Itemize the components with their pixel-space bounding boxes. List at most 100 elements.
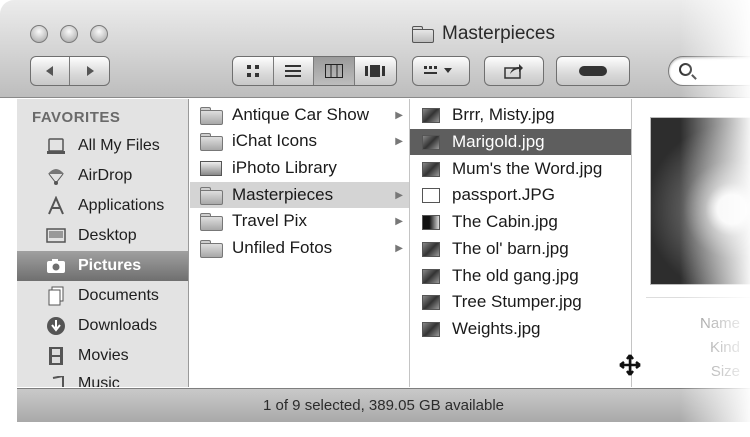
- folder-name: iChat Icons: [232, 131, 318, 150]
- forward-arrow-icon: [86, 66, 94, 76]
- sidebar-item-music[interactable]: Music: [17, 371, 188, 387]
- file-name: passport.JPG: [452, 185, 555, 204]
- folder-row[interactable]: Antique Car Show ▶: [190, 102, 409, 128]
- sidebar-item-pictures[interactable]: Pictures: [17, 251, 188, 281]
- file-row[interactable]: Tree Stumper.jpg: [410, 289, 631, 315]
- coverflow-view-button[interactable]: [355, 57, 396, 85]
- file-name: Mum's the Word.jpg: [452, 159, 603, 178]
- sidebar-item-label: Downloads: [78, 317, 158, 334]
- forward-button[interactable]: [70, 57, 109, 85]
- file-name: The Cabin.jpg: [452, 212, 558, 231]
- folder-name: Antique Car Show: [232, 105, 370, 124]
- preview-image: [650, 117, 750, 285]
- folder-row[interactable]: Travel Pix ▶: [190, 208, 409, 234]
- back-button[interactable]: [31, 57, 71, 85]
- folder-name: iPhoto Library: [232, 158, 337, 177]
- file-name: Weights.jpg: [452, 319, 541, 338]
- image-file-icon: [422, 294, 440, 310]
- coverflow-view-icon: [365, 65, 386, 77]
- file-row[interactable]: The ol' barn.jpg: [410, 236, 631, 262]
- list-view-button[interactable]: [274, 57, 314, 85]
- sidebar: FAVORITES All My Files AirDrop Applicati…: [17, 99, 189, 387]
- preview-size-label: Size: [710, 363, 740, 380]
- label-button[interactable]: [556, 56, 630, 86]
- photo-library-icon: [200, 160, 222, 176]
- image-file-icon: [422, 241, 440, 257]
- preview-divider: [646, 297, 750, 298]
- arrange-menu-button[interactable]: [412, 56, 470, 86]
- folder-row[interactable]: Unfiled Fotos ▶: [190, 235, 409, 261]
- folder-row[interactable]: Masterpieces ▶: [190, 182, 409, 208]
- image-file-icon: [422, 134, 440, 150]
- icon-view-icon: [246, 65, 259, 77]
- folder-row[interactable]: iChat Icons ▶: [190, 128, 409, 154]
- file-row[interactable]: The Cabin.jpg: [410, 209, 631, 235]
- status-text: 1 of 9 selected, 389.05 GB available: [263, 397, 504, 414]
- arrange-grid-icon: [424, 66, 452, 74]
- disclosure-arrow-icon: ▶: [395, 189, 403, 201]
- sidebar-heading: FAVORITES: [32, 109, 121, 126]
- column-resize-cursor-icon[interactable]: [618, 353, 642, 383]
- column-masterpieces: Brrr, Misty.jpg Marigold.jpg Mum's the W…: [410, 99, 632, 387]
- title-toolbar: Masterpieces: [0, 0, 750, 98]
- search-field[interactable]: [668, 56, 750, 86]
- image-file-icon: [422, 107, 440, 123]
- folder-icon: [200, 186, 223, 205]
- image-file-icon: [422, 187, 440, 203]
- folder-name: Travel Pix: [232, 211, 307, 230]
- finder-window: Masterpieces FAVORITES All My Files AirD…: [0, 0, 750, 437]
- sidebar-item-airdrop[interactable]: AirDrop: [17, 161, 188, 191]
- close-button[interactable]: [30, 25, 48, 43]
- sidebar-item-label: All My Files: [78, 137, 160, 154]
- disclosure-arrow-icon: ▶: [395, 242, 403, 254]
- folder-icon: [412, 26, 434, 43]
- sidebar-item-movies[interactable]: Movies: [17, 341, 188, 371]
- movies-icon: [45, 346, 67, 366]
- applications-icon: [45, 196, 67, 216]
- sidebar-item-applications[interactable]: Applications: [17, 191, 188, 221]
- folder-icon: [200, 106, 223, 125]
- file-name: Marigold.jpg: [452, 132, 545, 151]
- sidebar-item-downloads[interactable]: Downloads: [17, 311, 188, 341]
- status-bar: 1 of 9 selected, 389.05 GB available: [17, 388, 750, 422]
- view-mode-control: [232, 56, 397, 86]
- share-icon: [504, 64, 523, 79]
- back-forward-control: [30, 56, 110, 86]
- column-view-button[interactable]: [314, 57, 355, 85]
- column-view-icon: [324, 64, 343, 78]
- music-icon: [45, 375, 67, 387]
- zoom-button[interactable]: [90, 25, 108, 43]
- sidebar-item-label: Desktop: [78, 227, 137, 244]
- folder-icon: [200, 132, 223, 151]
- file-row[interactable]: Weights.jpg: [410, 316, 631, 342]
- file-name: The old gang.jpg: [452, 266, 579, 285]
- column-pictures: Antique Car Show ▶ iChat Icons ▶ iPhoto …: [190, 99, 410, 387]
- window-title-text: Masterpieces: [442, 23, 555, 44]
- list-view-icon: [285, 65, 302, 77]
- folder-icon: [200, 212, 223, 231]
- preview-kind-label: Kind: [709, 339, 740, 356]
- file-row[interactable]: Mum's the Word.jpg: [410, 156, 631, 182]
- file-row[interactable]: passport.JPG: [410, 182, 631, 208]
- file-row[interactable]: The old gang.jpg: [410, 263, 631, 289]
- icon-view-button[interactable]: [233, 57, 274, 85]
- airdrop-icon: [45, 166, 67, 186]
- file-row[interactable]: Marigold.jpg: [410, 129, 631, 155]
- sidebar-item-desktop[interactable]: Desktop: [17, 221, 188, 251]
- image-file-icon: [422, 268, 440, 284]
- back-arrow-icon: [46, 66, 53, 76]
- file-row[interactable]: Brrr, Misty.jpg: [410, 102, 631, 128]
- all-files-icon: [45, 136, 67, 156]
- folder-icon: [200, 239, 223, 258]
- desktop-icon: [45, 226, 67, 246]
- sidebar-item-label: AirDrop: [78, 167, 133, 184]
- share-button[interactable]: [484, 56, 544, 86]
- sidebar-item-documents[interactable]: Documents: [17, 281, 188, 311]
- sidebar-item-all-my-files[interactable]: All My Files: [17, 131, 188, 161]
- library-row[interactable]: iPhoto Library: [190, 155, 409, 181]
- minimize-button[interactable]: [60, 25, 78, 43]
- disclosure-arrow-icon: ▶: [395, 109, 403, 121]
- file-name: The ol' barn.jpg: [452, 239, 569, 258]
- sidebar-item-label: Pictures: [78, 257, 142, 274]
- file-name: Tree Stumper.jpg: [452, 292, 582, 311]
